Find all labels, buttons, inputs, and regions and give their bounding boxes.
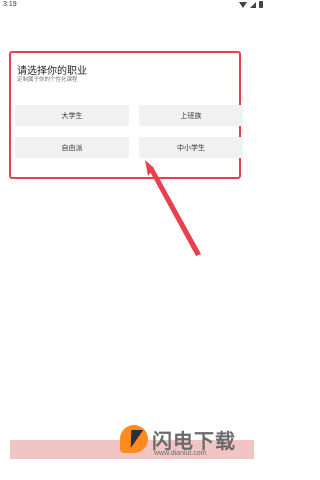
- watermark-url: www.dianlut.com: [154, 450, 207, 457]
- watermark: 闪电下载 www.dianlut.com: [120, 425, 260, 465]
- annotation-arrow: [145, 160, 201, 256]
- arrow-shaft: [149, 167, 201, 256]
- lightning-logo-icon: [120, 425, 148, 453]
